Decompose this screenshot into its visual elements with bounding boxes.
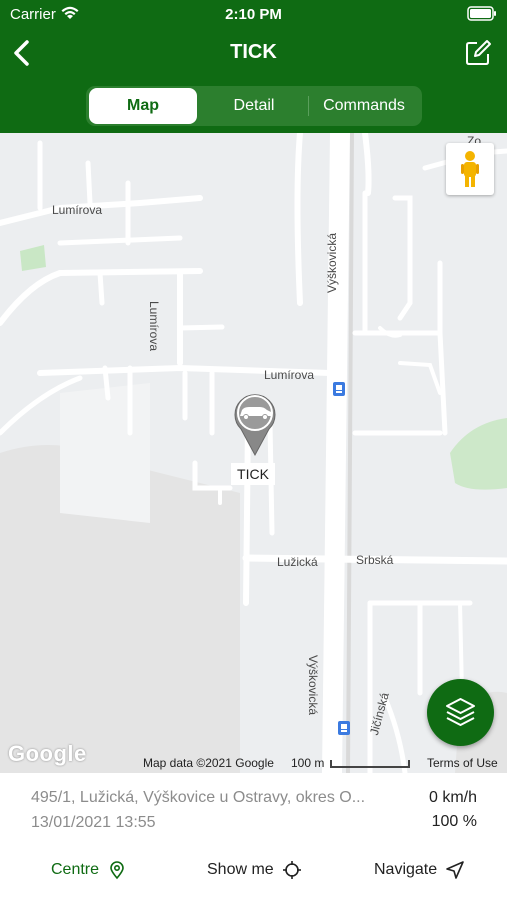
street-label-lumirova: Lumírova [147, 301, 161, 352]
tab-commands[interactable]: Commands [310, 88, 418, 124]
terms-of-use-link[interactable]: Terms of Use [427, 756, 498, 770]
status-bar: Carrier 2:10 PM [0, 0, 507, 28]
layers-icon [446, 698, 475, 726]
vehicle-address: 495/1, Lužická, Výškovice u Ostravy, okr… [31, 789, 366, 806]
page-title: TICK [230, 41, 277, 63]
street-view-button[interactable] [446, 143, 494, 195]
tab-divider [308, 96, 309, 116]
scale-bar [330, 760, 410, 768]
centre-button[interactable]: Centre [51, 858, 127, 882]
vehicle-timestamp: 13/01/2021 13:55 [31, 814, 156, 831]
navigate-button[interactable]: Navigate [374, 858, 465, 882]
tab-map[interactable]: Map [89, 88, 197, 124]
location-pin-icon [110, 861, 124, 880]
street-label-lumirova: Lumírova [264, 368, 315, 382]
show-me-button[interactable]: Show me [207, 858, 302, 882]
crosshair-icon [282, 861, 301, 879]
transit-stop-icon [333, 382, 345, 396]
google-logo: Google [8, 741, 87, 766]
pegman-icon [461, 151, 479, 187]
edit-icon[interactable] [463, 38, 493, 68]
navigate-label: Navigate [374, 861, 438, 878]
map-layers-button[interactable] [427, 679, 494, 746]
street-label-vyskovicka: Výškovická [325, 232, 339, 293]
street-label-vyskovicka: Výškovická [306, 655, 320, 716]
transit-stop-icon [338, 721, 350, 735]
show-me-label: Show me [207, 861, 274, 878]
map-view[interactable]: Lumírova Lumírova Lumírova Výškovická Vý… [0, 133, 507, 773]
vehicle-marker[interactable] [231, 389, 279, 457]
street-label-srbska: Srbská [356, 553, 394, 567]
street-label-luzicka: Lužická [277, 555, 318, 569]
street-label-lumirova: Lumírova [52, 203, 103, 217]
vehicle-speed: 0 km/h [428, 789, 477, 806]
vehicle-battery: 100 % [431, 813, 477, 830]
marker-label: TICK [231, 463, 275, 485]
vehicle-info-panel: 495/1, Lužická, Výškovice u Ostravy, okr… [0, 773, 507, 900]
tab-bar: Map Detail Commands [86, 86, 422, 126]
battery-icon [467, 6, 496, 21]
centre-label: Centre [51, 861, 100, 878]
clock: 2:10 PM [225, 6, 282, 23]
navigation-arrow-icon [446, 861, 464, 879]
nav-bar: TICK [0, 30, 507, 78]
app-header: Carrier 2:10 PM TICK Map Detail Commands [0, 0, 507, 133]
scale-label: 100 m [291, 756, 325, 770]
tab-detail[interactable]: Detail [200, 88, 308, 124]
map-attribution: Map data ©2021 Google [143, 756, 274, 770]
